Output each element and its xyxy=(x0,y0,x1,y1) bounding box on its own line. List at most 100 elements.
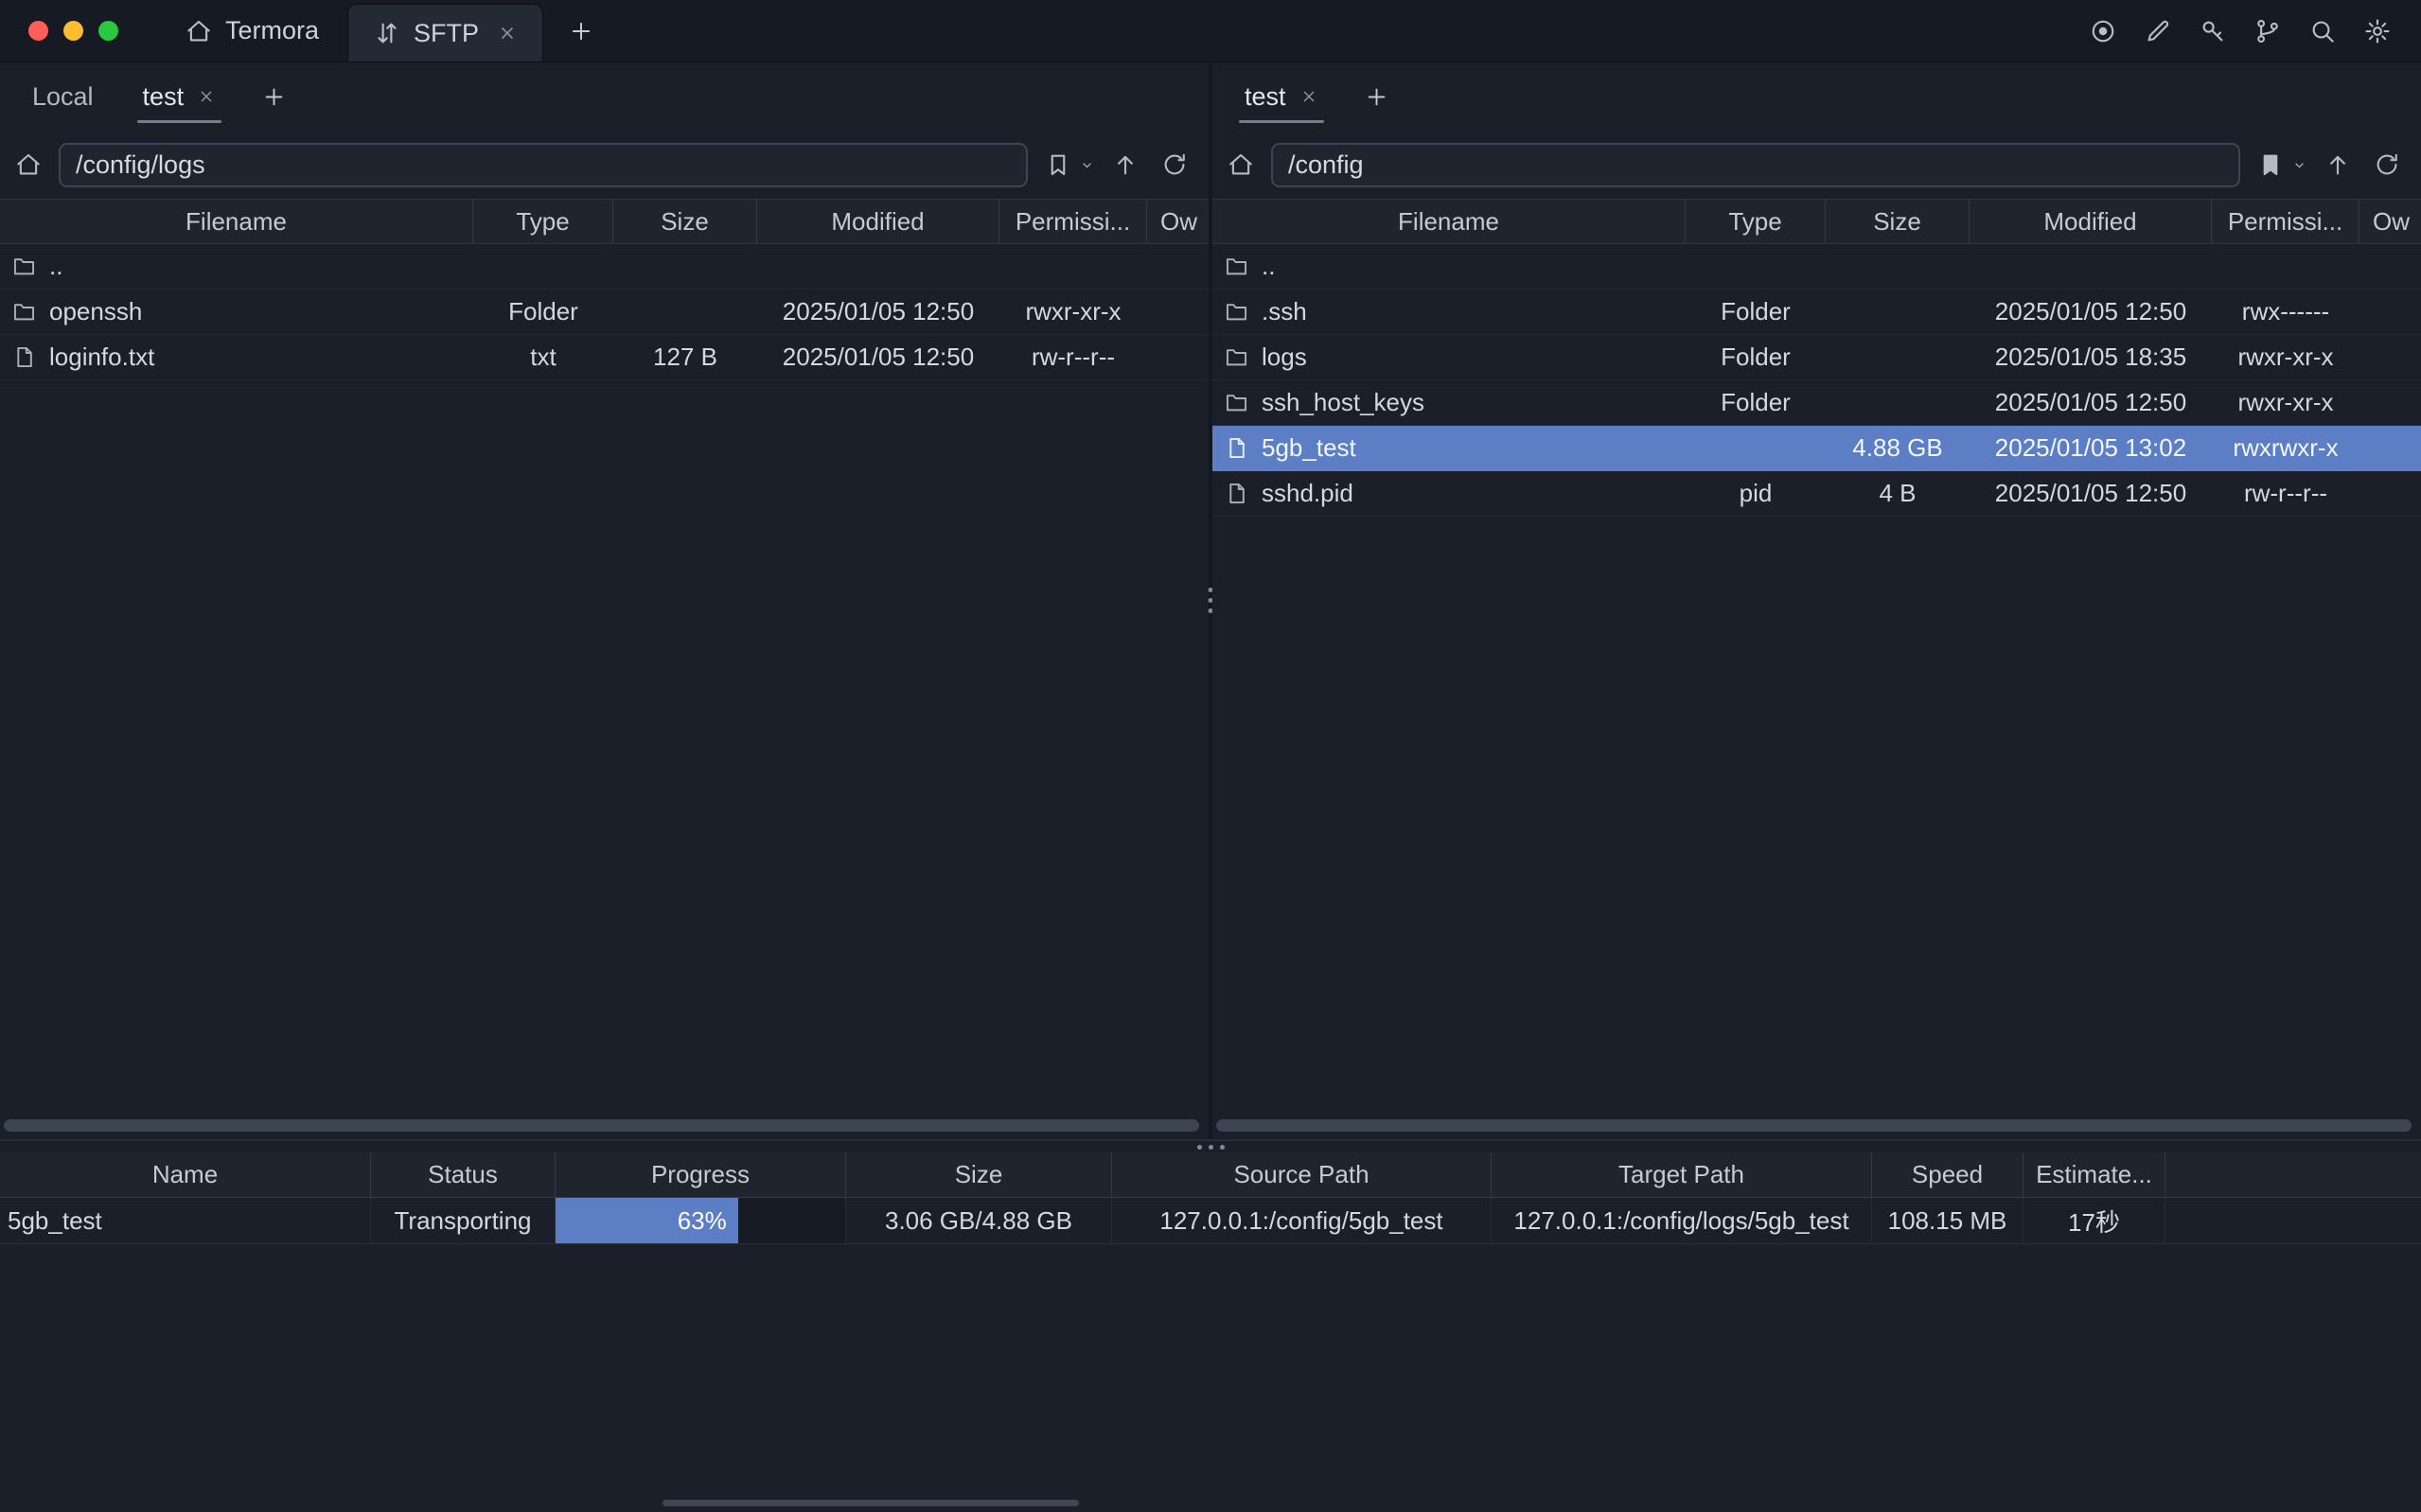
column-header-permissions[interactable]: Permissi... xyxy=(999,200,1147,243)
chevron-down-icon[interactable] xyxy=(2291,157,2307,173)
scrollbar-thumb[interactable] xyxy=(1216,1119,2412,1132)
path-input[interactable]: /config xyxy=(1271,143,2240,187)
owner-cell xyxy=(2359,426,2421,470)
file-table-header: Filename Type Size Modified Permissi... … xyxy=(0,199,1209,244)
file-row[interactable]: loginfo.txt txt 127 B 2025/01/05 12:50 r… xyxy=(0,335,1209,380)
new-tab-button[interactable] xyxy=(543,0,619,62)
file-row[interactable]: .ssh Folder 2025/01/05 12:50 rwx------ xyxy=(1212,290,2421,335)
branch-button[interactable] xyxy=(2245,9,2290,54)
add-tab-button[interactable] xyxy=(1343,62,1410,131)
pane-tab[interactable]: test xyxy=(118,62,241,131)
parent-directory-button[interactable] xyxy=(1106,143,1144,186)
pane-tab-label: test xyxy=(143,82,185,112)
close-icon[interactable] xyxy=(497,23,518,44)
home-button[interactable] xyxy=(9,143,47,186)
type-cell: Folder xyxy=(1686,335,1826,379)
left-file-table: Filename Type Size Modified Permissi... … xyxy=(0,199,1209,1139)
column-header-size: Size xyxy=(846,1152,1112,1197)
plus-icon xyxy=(261,84,287,110)
record-button[interactable] xyxy=(2080,9,2126,54)
minimize-window-button[interactable] xyxy=(63,21,83,41)
transfer-row[interactable]: 5gb_test Transporting 63% 3.06 GB/4.88 G… xyxy=(0,1198,2421,1244)
close-icon[interactable] xyxy=(1299,87,1318,106)
type-cell: Folder xyxy=(473,290,613,334)
modified-cell: 2025/01/05 12:50 xyxy=(757,290,999,334)
column-header-filename[interactable]: Filename xyxy=(1212,200,1686,243)
size-cell: 4 B xyxy=(1826,471,1970,516)
add-tab-button[interactable] xyxy=(240,62,308,131)
column-header-filename[interactable]: Filename xyxy=(0,200,473,243)
refresh-icon xyxy=(1160,150,1189,179)
column-header-type[interactable]: Type xyxy=(473,200,613,243)
key-button[interactable] xyxy=(2190,9,2235,54)
close-window-button[interactable] xyxy=(28,21,48,41)
bookmark-button[interactable] xyxy=(2252,143,2289,186)
horizontal-splitter[interactable] xyxy=(0,1139,2421,1152)
close-icon[interactable] xyxy=(197,87,216,106)
edit-button[interactable] xyxy=(2135,9,2181,54)
header-filler xyxy=(2165,1152,2421,1197)
home-icon xyxy=(185,17,213,45)
file-row[interactable]: sshd.pid pid 4 B 2025/01/05 12:50 rw-r--… xyxy=(1212,471,2421,517)
arrow-up-icon xyxy=(1111,150,1140,179)
status-cell: Transporting xyxy=(371,1198,556,1243)
column-header-size[interactable]: Size xyxy=(613,200,757,243)
permissions-cell xyxy=(2212,244,2359,289)
settings-button[interactable] xyxy=(2355,9,2400,54)
tab-termora[interactable]: Termora xyxy=(156,0,347,62)
search-icon xyxy=(2308,17,2337,45)
size-cell: 127 B xyxy=(613,335,757,379)
refresh-button[interactable] xyxy=(2368,143,2406,186)
home-button[interactable] xyxy=(1222,143,1260,186)
pane-tab[interactable]: Local xyxy=(8,62,118,131)
zoom-window-button[interactable] xyxy=(98,21,118,41)
column-header-size[interactable]: Size xyxy=(1826,200,1970,243)
scrollbar-thumb[interactable] xyxy=(663,1500,1079,1506)
column-header-target-path: Target Path xyxy=(1492,1152,1872,1197)
source-path-cell: 127.0.0.1:/config/5gb_test xyxy=(1112,1198,1492,1243)
scrollbar-thumb[interactable] xyxy=(4,1119,1199,1132)
pane-tab-label: Local xyxy=(32,82,94,112)
progress-bar: 63% xyxy=(556,1198,846,1243)
arrow-up-icon xyxy=(2324,150,2352,179)
file-row[interactable]: 5gb_test 4.88 GB 2025/01/05 13:02 rwxrwx… xyxy=(1212,426,2421,471)
tab-label: Termora xyxy=(225,16,319,45)
size-cell xyxy=(1826,290,1970,334)
filename-cell: sshd.pid xyxy=(1212,471,1686,516)
file-row[interactable]: logs Folder 2025/01/05 18:35 rwxr-xr-x xyxy=(1212,335,2421,380)
file-table-header: Filename Type Size Modified Permissi... … xyxy=(1212,199,2421,244)
parent-directory-button[interactable] xyxy=(2319,143,2357,186)
chevron-down-icon[interactable] xyxy=(1079,157,1095,173)
folder-icon xyxy=(1224,254,1249,279)
splitter-grip-icon xyxy=(1197,1145,1225,1150)
file-row[interactable]: ssh_host_keys Folder 2025/01/05 12:50 rw… xyxy=(1212,380,2421,426)
tab-sftp[interactable]: SFTP xyxy=(347,4,543,62)
name-cell: 5gb_test xyxy=(0,1198,371,1243)
path-input[interactable]: /config/logs xyxy=(59,143,1028,187)
right-pathbar: /config xyxy=(1212,131,2421,199)
column-header-permissions[interactable]: Permissi... xyxy=(2212,200,2359,243)
file-row[interactable]: openssh Folder 2025/01/05 12:50 rwxr-xr-… xyxy=(0,290,1209,335)
pane-tab[interactable]: test xyxy=(1220,62,1343,131)
filename-cell: .. xyxy=(1212,244,1686,289)
column-header-owner[interactable]: Ow xyxy=(2359,200,2421,243)
refresh-button[interactable] xyxy=(1156,143,1193,186)
column-header-modified[interactable]: Modified xyxy=(1970,200,2212,243)
horizontal-scrollbar xyxy=(1216,1119,2412,1132)
column-header-modified[interactable]: Modified xyxy=(757,200,999,243)
type-cell xyxy=(1686,244,1826,289)
search-button[interactable] xyxy=(2300,9,2345,54)
file-row[interactable]: .. xyxy=(0,244,1209,290)
size-cell xyxy=(1826,244,1970,289)
bookmark-button[interactable] xyxy=(1039,143,1077,186)
modified-cell: 2025/01/05 12:50 xyxy=(1970,471,2212,516)
speed-cell: 108.15 MB xyxy=(1872,1198,2023,1243)
column-header-owner[interactable]: Ow xyxy=(1147,200,1209,243)
permissions-cell: rwxrwxr-x xyxy=(2212,426,2359,470)
permissions-cell: rw-r--r-- xyxy=(999,335,1147,379)
file-icon xyxy=(1224,435,1249,461)
branch-icon xyxy=(2253,17,2282,45)
column-header-type[interactable]: Type xyxy=(1686,200,1826,243)
file-row[interactable]: .. xyxy=(1212,244,2421,290)
bookmark-icon xyxy=(2256,150,2285,179)
